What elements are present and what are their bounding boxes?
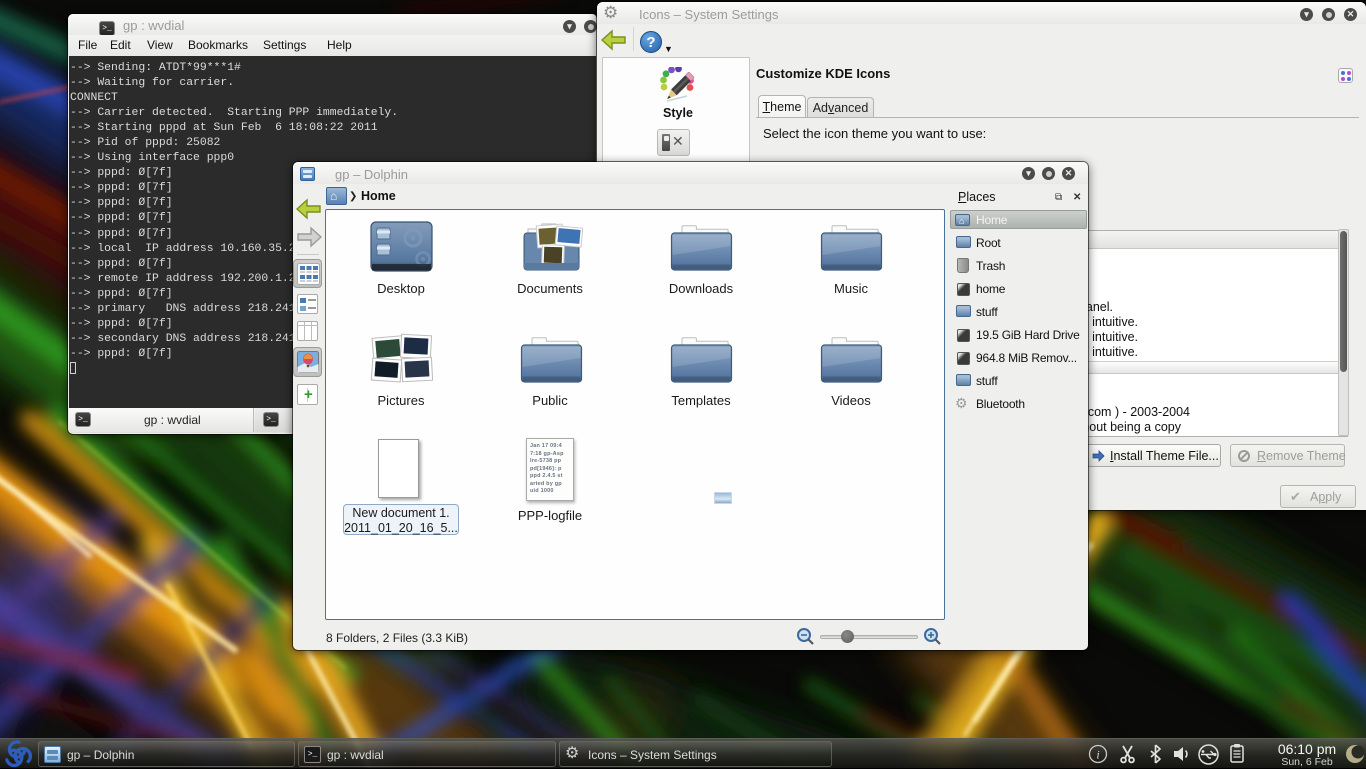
svg-text:i: i (1096, 748, 1099, 762)
